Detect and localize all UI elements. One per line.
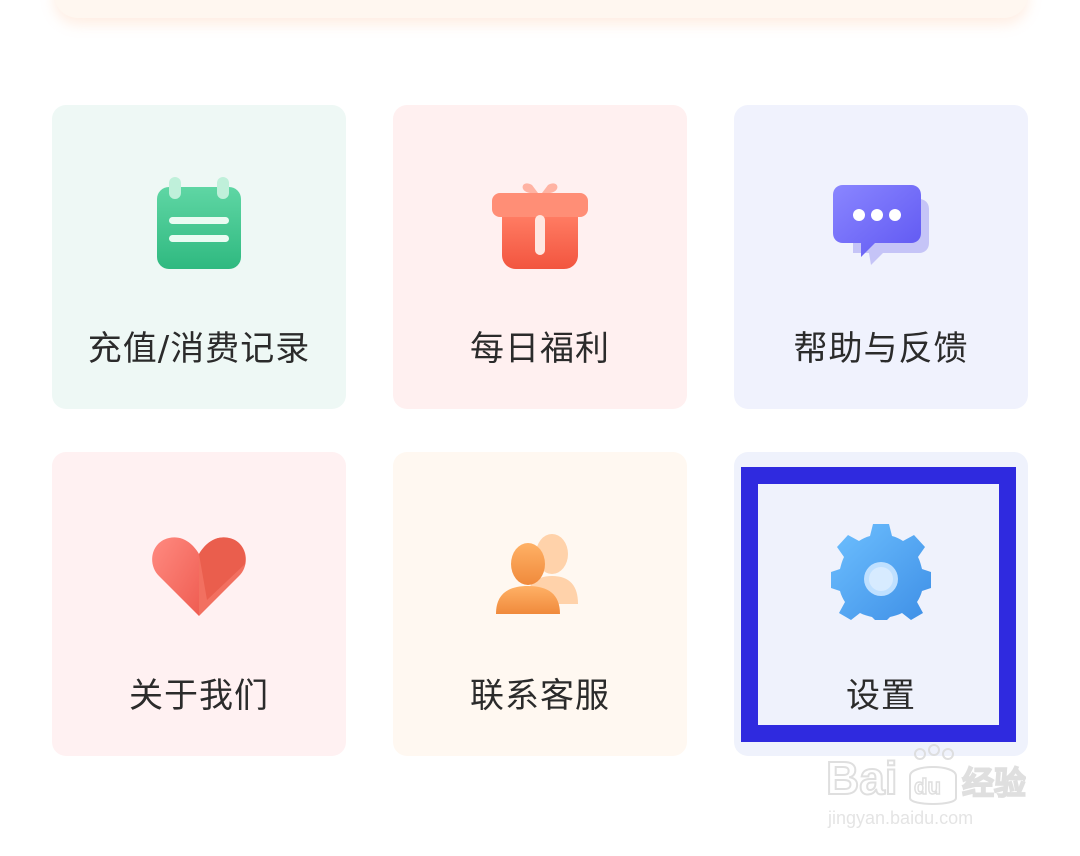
- menu-item-label: 设置: [846, 676, 916, 716]
- svg-text:经验: 经验: [962, 764, 1026, 802]
- menu-item-about-us[interactable]: 关于我们: [52, 452, 346, 756]
- gift-box-icon: [492, 183, 588, 269]
- menu-item-contact-service[interactable]: 联系客服: [393, 452, 687, 756]
- watermark-url: jingyan.baidu.com: [828, 808, 974, 828]
- menu-item-help-feedback[interactable]: 帮助与反馈: [734, 105, 1028, 409]
- menu-item-label: 每日福利: [470, 329, 610, 369]
- menu-item-label: 帮助与反馈: [793, 329, 969, 369]
- menu-item-label: 联系客服: [470, 676, 610, 716]
- menu-item-label: 充值/消费记录: [87, 329, 311, 369]
- heart-icon: [152, 537, 246, 616]
- chat-bubble-icon: [833, 185, 929, 265]
- gear-icon: [831, 524, 931, 620]
- baidu-jingyan-logo: Bai du 经验: [826, 744, 1026, 805]
- menu-item-recharge-records[interactable]: 充值/消费记录: [52, 105, 346, 409]
- menu-item-settings[interactable]: 设置: [734, 452, 1028, 756]
- svg-text:du: du: [914, 774, 941, 799]
- baidu-jingyan-watermark: Bai du 经验 jingyan.baidu.com: [826, 742, 1026, 832]
- menu-page: 充值/消费记录 每日福利 帮助与反馈 关于我们 联系客服 设置 Bai du 经…: [0, 0, 1080, 856]
- users-icon: [496, 534, 578, 614]
- calendar-list-icon: [157, 177, 241, 269]
- top-card-edge: [54, 0, 1028, 18]
- svg-text:Bai: Bai: [826, 752, 898, 804]
- menu-item-label: 关于我们: [129, 676, 269, 716]
- menu-item-daily-benefits[interactable]: 每日福利: [393, 105, 687, 409]
